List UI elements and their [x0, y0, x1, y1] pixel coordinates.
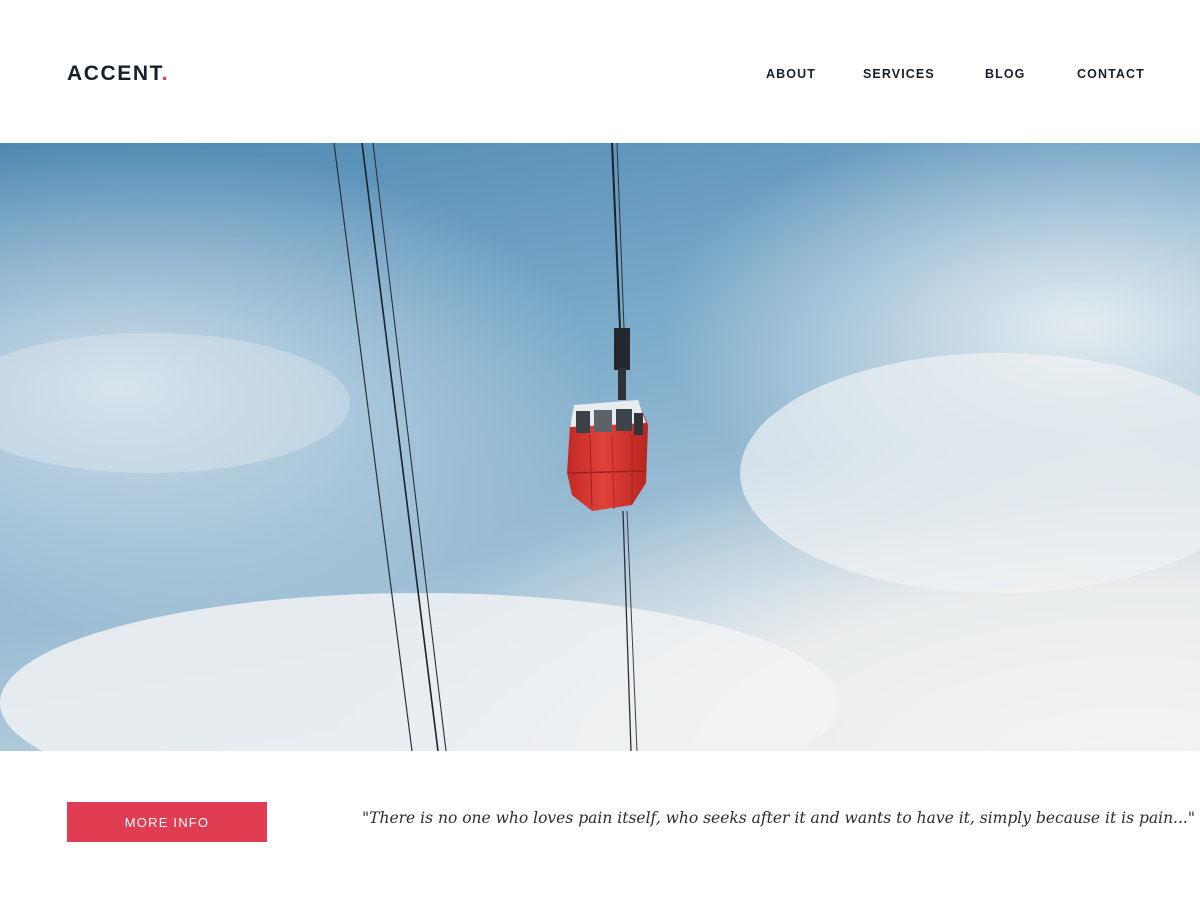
nav-about-link[interactable]: ABOUT: [766, 67, 816, 81]
testimonial-quote: "There is no one who loves pain itself, …: [362, 809, 1195, 827]
more-info-button[interactable]: MORE INFO: [67, 802, 267, 842]
nav-services-link[interactable]: SERVICES: [863, 67, 935, 81]
hero-image: [0, 143, 1200, 751]
gondola: [567, 400, 648, 511]
nav-contact-link[interactable]: CONTACT: [1077, 67, 1145, 81]
site-header: ACCENT. ABOUT SERVICES BLOG CONTACT: [0, 0, 1200, 143]
main-nav: ABOUT SERVICES BLOG CONTACT: [0, 67, 1200, 85]
nav-blog-link[interactable]: BLOG: [985, 67, 1026, 81]
cable-car-photo: [0, 143, 1200, 751]
